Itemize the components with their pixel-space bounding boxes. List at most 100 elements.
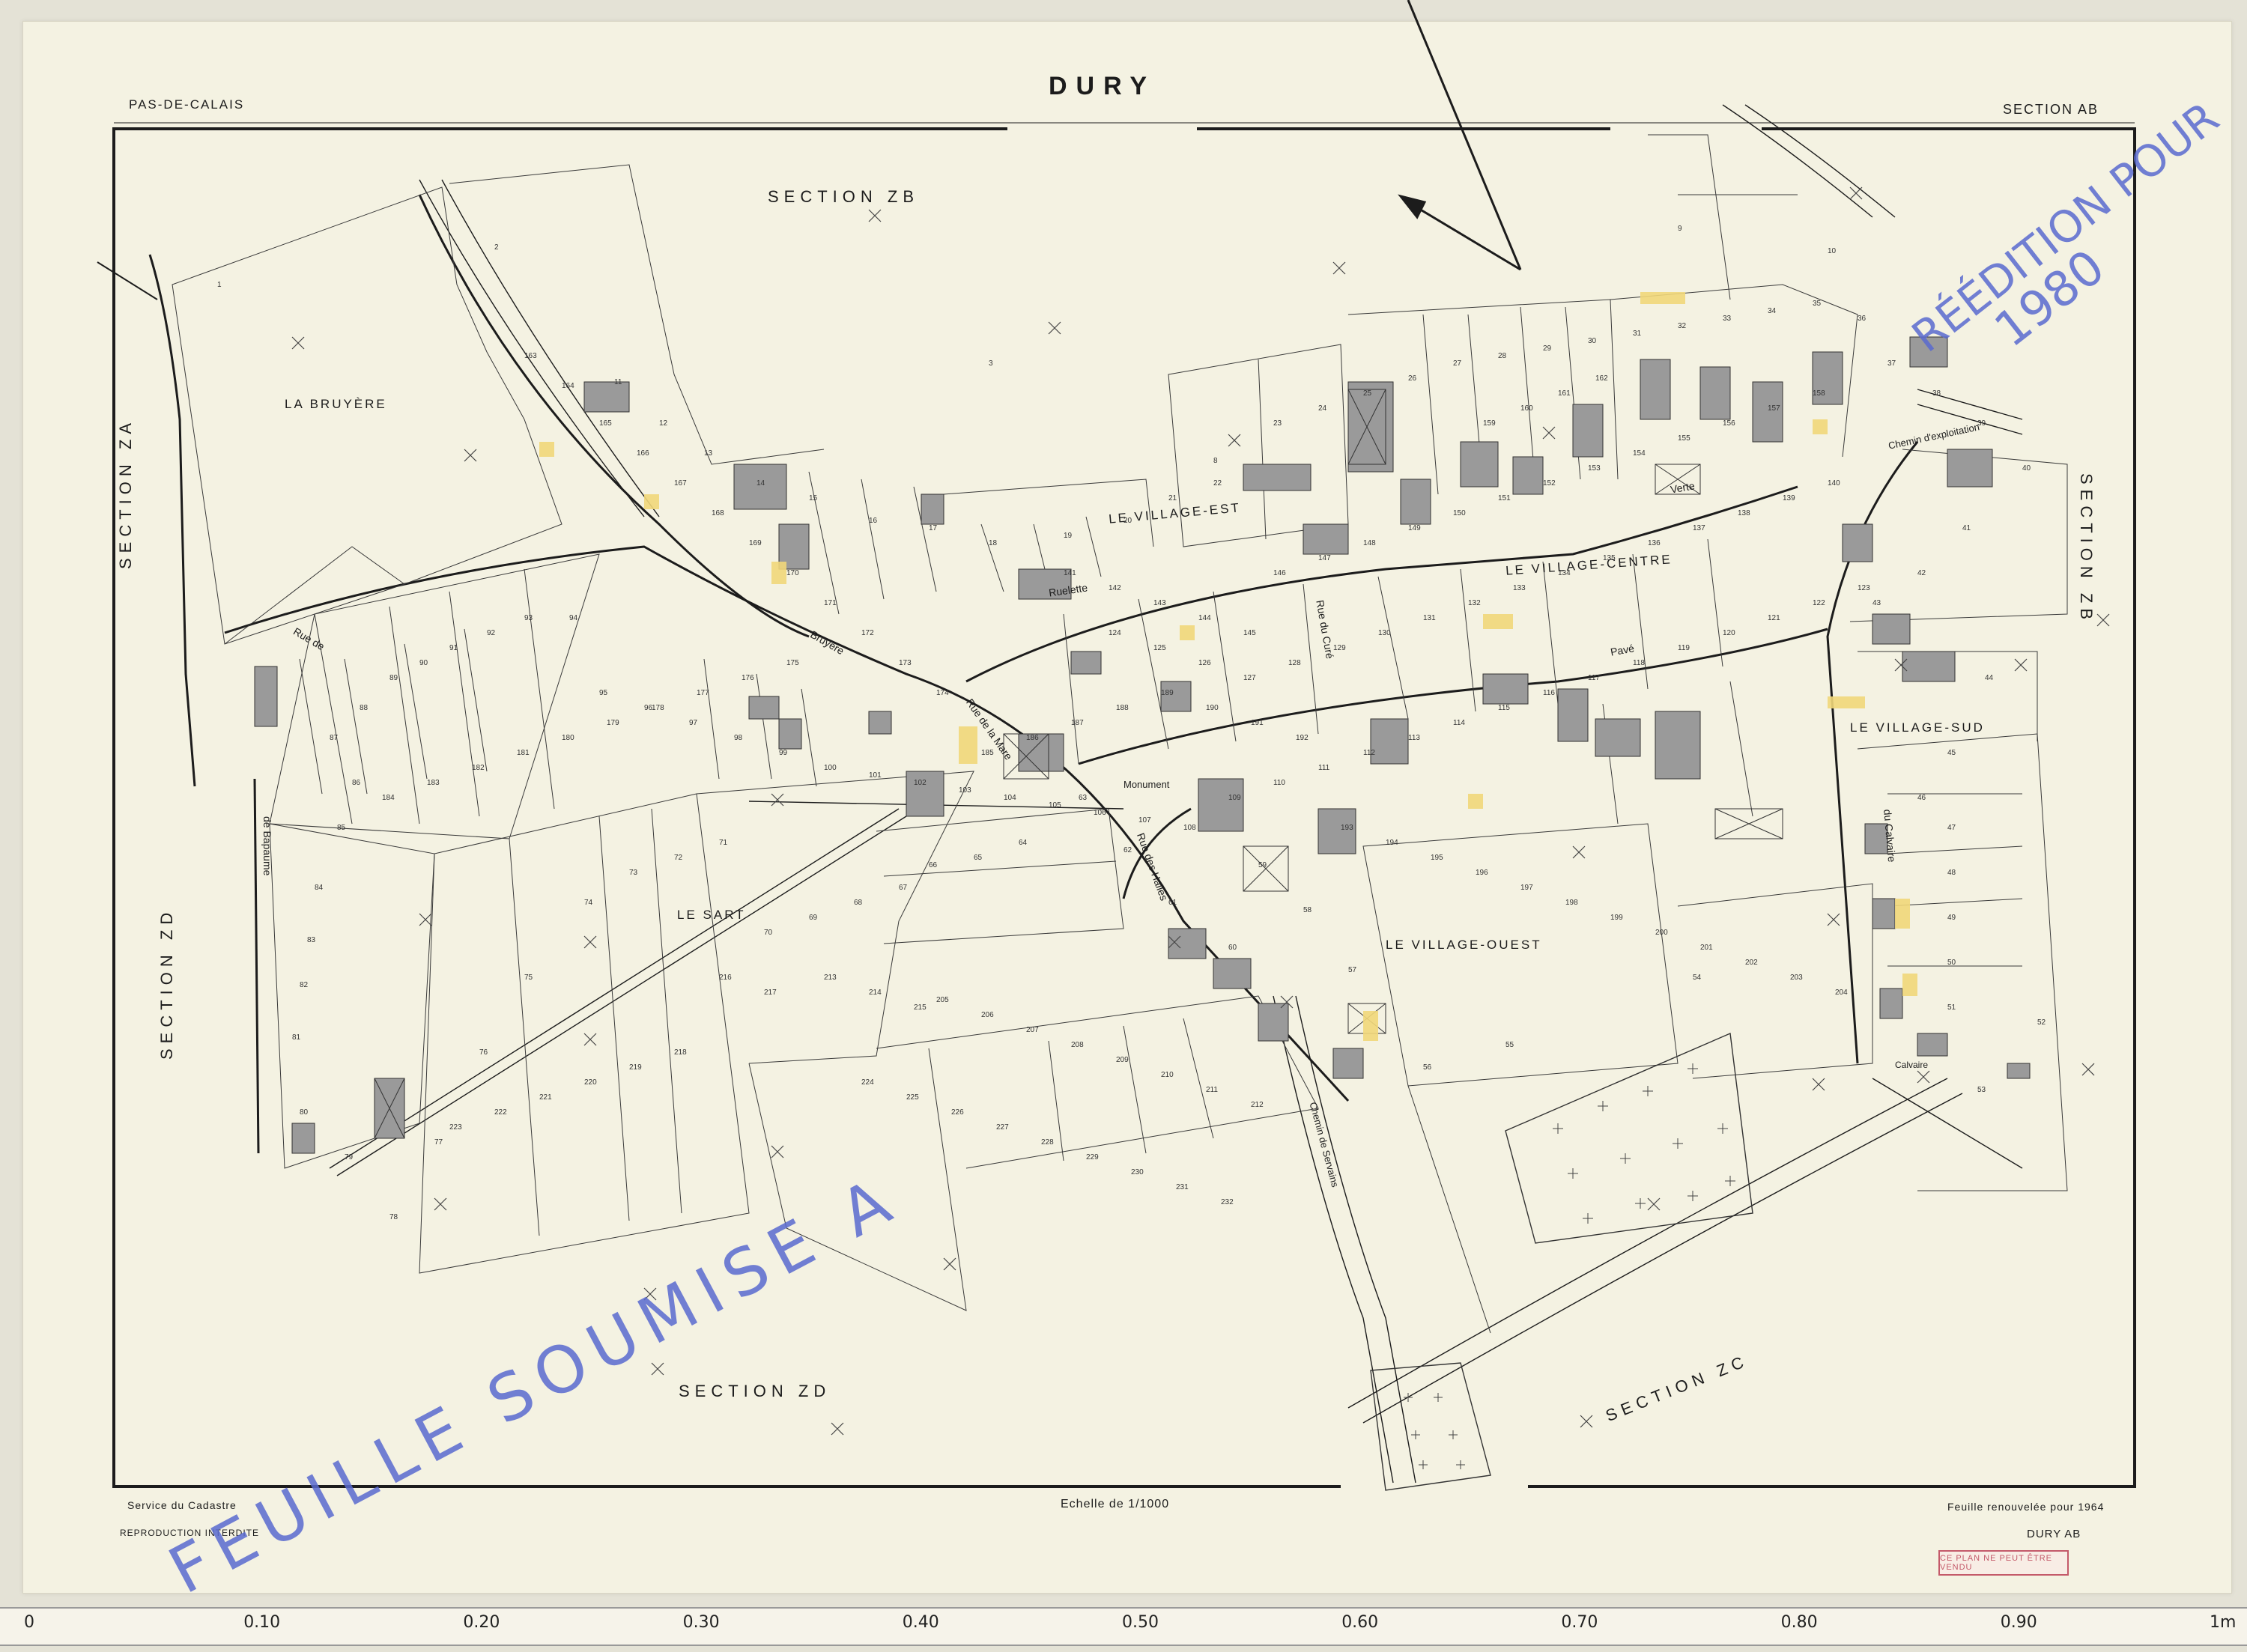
parcel-number: 148: [1363, 539, 1376, 547]
parcel-number: 137: [1693, 524, 1705, 532]
parcel-number: 70: [764, 929, 773, 937]
parcel-number: 155: [1678, 434, 1690, 443]
ruler-label: 0.30: [682, 1613, 720, 1632]
parcel-number: 62: [1124, 846, 1132, 854]
parcel-number: 207: [1026, 1026, 1039, 1034]
parcel-number: 208: [1071, 1041, 1084, 1049]
parcel-number: 52: [2037, 1018, 2046, 1027]
locality-bruyere: LA BRUYÈRE: [285, 397, 387, 411]
parcel-number: 161: [1558, 389, 1571, 398]
parcel-number: 42: [1917, 569, 1926, 577]
parcel-number: 58: [1303, 906, 1312, 914]
parcel-number: 139: [1783, 494, 1795, 502]
parcel-number: 183: [427, 779, 440, 787]
parcel-number: 75: [524, 974, 533, 982]
parcel-number: 114: [1453, 719, 1465, 727]
parcel-number: 88: [360, 704, 369, 712]
parcel-number: 150: [1453, 509, 1466, 517]
parcel-number: 118: [1633, 659, 1645, 667]
parcel-number: 105: [1049, 801, 1061, 810]
parcel-number: 164: [562, 382, 574, 390]
parcel-number: 101: [869, 771, 882, 780]
parcel-number: 194: [1386, 839, 1398, 847]
parcel-number: 170: [786, 569, 799, 577]
parcel-number: 100: [824, 764, 837, 772]
parcel-number: 138: [1738, 509, 1750, 517]
parcel-number: 123: [1858, 584, 1870, 592]
parcel-number: 10: [1828, 247, 1837, 255]
parcel-number: 222: [494, 1108, 507, 1117]
parcel-number: 15: [809, 494, 818, 502]
parcel-number: 196: [1476, 869, 1488, 877]
parcel-number: 193: [1341, 824, 1353, 832]
parcel-number: 121: [1768, 614, 1780, 622]
parcel-number: 206: [981, 1011, 994, 1019]
section-za-label: SECTION ZA: [116, 417, 135, 569]
cemetery: [1370, 1032, 1753, 1491]
parcel-number: 23: [1273, 419, 1282, 428]
parcel-number: 84: [315, 884, 324, 892]
parcel-number: 111: [1318, 764, 1330, 772]
map-sheet: DURY PAS-DE-CALAIS SECTION AB SECTION ZB…: [0, 0, 2247, 1652]
parcel-number: 11: [614, 378, 622, 386]
parcel-number: 117: [1588, 674, 1600, 682]
parcel-number: 230: [1131, 1168, 1144, 1176]
parcel-number: 112: [1363, 749, 1375, 757]
parcel-number: 158: [1813, 389, 1825, 398]
section-zb-top-label: SECTION ZB: [768, 187, 920, 206]
parcel-number: 157: [1768, 404, 1780, 413]
parcel-number: 192: [1296, 734, 1309, 742]
parcel-number: 220: [584, 1078, 597, 1087]
parcel-number: 226: [951, 1108, 964, 1117]
renewed-label: Feuille renouvelée pour 1964: [1947, 1501, 2105, 1513]
parcel-number: 63: [1079, 794, 1088, 802]
parcel-number: 198: [1565, 899, 1578, 907]
section-zd-bottom-label: SECTION ZD: [679, 1382, 831, 1400]
parcel-number: 171: [824, 599, 837, 607]
parcel-number: 153: [1588, 464, 1601, 473]
parcel-number: 74: [584, 899, 593, 907]
parcel-number: 203: [1790, 974, 1803, 982]
parcel-number: 201: [1700, 944, 1713, 952]
parcel-number: 51: [1947, 1003, 1956, 1012]
parcel-number: 174: [936, 689, 949, 697]
parcel-number: 190: [1206, 704, 1219, 712]
ruler-label: 0.70: [1561, 1613, 1598, 1632]
parcel-number: 227: [996, 1123, 1009, 1132]
parcel-number: 130: [1378, 629, 1391, 637]
parcel-number: 202: [1745, 959, 1758, 967]
parcel-number: 107: [1138, 816, 1151, 825]
calvaire-label: Calvaire: [1895, 1060, 1929, 1070]
parcel-number: 104: [1004, 794, 1016, 802]
parcel-number: 67: [899, 884, 908, 892]
parcel-number: 133: [1513, 584, 1526, 592]
parcel-number: 149: [1408, 524, 1421, 532]
parcel-number: 166: [637, 449, 649, 458]
parcel-number: 85: [337, 824, 346, 832]
parcel-number: 108: [1183, 824, 1196, 832]
parcel-number: 180: [562, 734, 574, 742]
parcel-number: 8: [1213, 457, 1218, 465]
parcel-number: 172: [861, 629, 874, 637]
parcel-number: 147: [1318, 554, 1331, 562]
parcel-number: 72: [674, 854, 683, 862]
parcel-number: 24: [1318, 404, 1327, 413]
parcel-number: 50: [1947, 959, 1956, 967]
parcel-number: 44: [1985, 674, 1994, 682]
ruler-label: 1m: [2210, 1613, 2237, 1632]
parcel-number: 221: [539, 1093, 552, 1102]
locality-village-ouest: LE VILLAGE-OUEST: [1386, 938, 1542, 952]
parcel-number: 224: [861, 1078, 874, 1087]
parcel-number: 26: [1408, 374, 1417, 383]
north-arrow: [1398, 0, 1522, 271]
parcel-number: 69: [809, 914, 818, 922]
parcel-number: 127: [1243, 674, 1256, 682]
parcel-number: 78: [389, 1213, 398, 1221]
parcel-number: 97: [689, 719, 698, 727]
parcel-number: 145: [1243, 629, 1256, 637]
parcel-number: 90: [419, 659, 428, 667]
parcel-number: 61: [1168, 899, 1177, 907]
parcel-number: 33: [1723, 315, 1732, 323]
parcel-number: 80: [300, 1108, 309, 1117]
parcel-number: 215: [914, 1003, 927, 1012]
